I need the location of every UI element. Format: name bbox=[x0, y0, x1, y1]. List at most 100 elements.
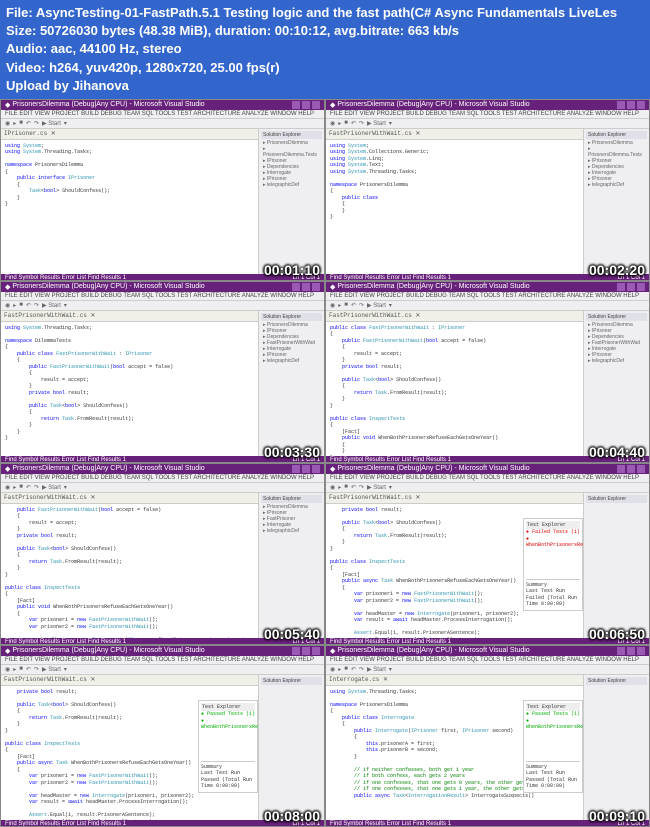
vs-menubar[interactable]: FILE EDIT VIEW PROJECT BUILD DEBUG TEAM … bbox=[326, 656, 649, 665]
editor-tab[interactable]: IPrisoner.cs ✕ bbox=[1, 129, 258, 140]
solution-item[interactable]: ▸ telegraphicDef bbox=[261, 182, 322, 188]
solution-explorer-header: Solution Explorer bbox=[586, 495, 647, 503]
editor-tab[interactable]: FastPrisonerWithWait.cs ✕ bbox=[326, 311, 583, 322]
editor-tab[interactable]: FastPrisonerWithWait.cs ✕ bbox=[1, 675, 258, 686]
timestamp-overlay: 00:04:40 bbox=[589, 444, 645, 460]
vs-titlebar: ◆ PrisonersDilemma (Debug|Any CPU) - Mic… bbox=[326, 646, 649, 656]
test-item[interactable]: ● WhenBothPrisonersRefuseEach... bbox=[526, 536, 580, 549]
minimize-icon[interactable] bbox=[292, 647, 300, 655]
maximize-icon[interactable] bbox=[302, 647, 310, 655]
solution-explorer[interactable]: Solution Explorer bbox=[584, 493, 649, 638]
editor-tab[interactable]: FastPrisonerWithWait.cs ✕ bbox=[1, 311, 258, 322]
maximize-icon[interactable] bbox=[302, 101, 310, 109]
close-icon[interactable] bbox=[637, 283, 645, 291]
vs-title-text: PrisonersDilemma (Debug|Any CPU) - Micro… bbox=[337, 283, 529, 290]
code-editor[interactable]: FastPrisonerWithWait.cs ✕ using System; … bbox=[326, 129, 584, 274]
vs-menubar[interactable]: FILE EDIT VIEW PROJECT BUILD DEBUG TEAM … bbox=[1, 110, 324, 119]
editor-tab[interactable]: FastPrisonerWithWait.cs ✕ bbox=[326, 129, 583, 140]
code-editor[interactable]: FastPrisonerWithWait.cs ✕ public FastPri… bbox=[1, 493, 259, 638]
test-summary: SummaryLast Test Run Failed (Total Run T… bbox=[526, 579, 580, 608]
close-icon[interactable] bbox=[312, 647, 320, 655]
test-item[interactable]: ● WhenBothPrisonersRefuseEach... bbox=[526, 718, 580, 731]
solution-item[interactable]: ▸ telegraphicDef bbox=[261, 528, 322, 534]
maximize-icon[interactable] bbox=[627, 465, 635, 473]
status-left[interactable]: Find Symbol Results Error List Find Resu… bbox=[5, 821, 126, 827]
vs-menubar[interactable]: FILE EDIT VIEW PROJECT BUILD DEBUG TEAM … bbox=[1, 474, 324, 483]
close-icon[interactable] bbox=[312, 283, 320, 291]
maximize-icon[interactable] bbox=[302, 283, 310, 291]
thumbnail-frame: ◆ PrisonersDilemma (Debug|Any CPU) - Mic… bbox=[325, 281, 650, 463]
solution-explorer[interactable]: Solution Explorer ▸ PrisonersDilemma▸ IP… bbox=[259, 493, 324, 638]
solution-explorer-header: Solution Explorer bbox=[261, 495, 322, 503]
vs-menubar[interactable]: FILE EDIT VIEW PROJECT BUILD DEBUG TEAM … bbox=[1, 656, 324, 665]
maximize-icon[interactable] bbox=[627, 647, 635, 655]
code-editor[interactable]: Interrogate.cs ✕ using System.Threading.… bbox=[326, 675, 584, 820]
test-item[interactable]: ● WhenBothPrisonersRefuseEach... bbox=[201, 718, 255, 731]
maximize-icon[interactable] bbox=[627, 283, 635, 291]
minimize-icon[interactable] bbox=[617, 647, 625, 655]
solution-item[interactable]: ▸ PrisonersDilemma.Tests bbox=[261, 146, 322, 158]
file-line: File: AsyncTesting-01-FastPath.5.1 Testi… bbox=[6, 4, 644, 22]
status-left[interactable]: Find Symbol Results Error List Find Resu… bbox=[330, 821, 451, 827]
vs-toolbar[interactable]: ◉▸■↶↷▶ Start▾ bbox=[326, 483, 649, 493]
vs-toolbar[interactable]: ◉▸■↶↷▶ Start▾ bbox=[1, 301, 324, 311]
vs-title-text: PrisonersDilemma (Debug|Any CPU) - Micro… bbox=[12, 101, 204, 108]
minimize-icon[interactable] bbox=[617, 283, 625, 291]
editor-tab[interactable]: FastPrisonerWithWait.cs ✕ bbox=[1, 493, 258, 504]
thumbnail-frame: ◆ PrisonersDilemma (Debug|Any CPU) - Mic… bbox=[0, 463, 325, 645]
thumbnail-frame: ◆ PrisonersDilemma (Debug|Any CPU) - Mic… bbox=[325, 645, 650, 827]
vs-titlebar: ◆ PrisonersDilemma (Debug|Any CPU) - Mic… bbox=[1, 646, 324, 656]
solution-explorer[interactable]: Solution Explorer ▸ PrisonersDilemma▸ IP… bbox=[259, 311, 324, 456]
minimize-icon[interactable] bbox=[617, 101, 625, 109]
close-icon[interactable] bbox=[637, 647, 645, 655]
thumbnail-grid: ◆ PrisonersDilemma (Debug|Any CPU) - Mic… bbox=[0, 99, 650, 827]
close-icon[interactable] bbox=[637, 465, 645, 473]
test-status: ● Passed Tests (1) bbox=[201, 711, 255, 718]
solution-explorer[interactable]: Solution Explorer ▸ PrisonersDilemma▸ IP… bbox=[584, 311, 649, 456]
close-icon[interactable] bbox=[312, 101, 320, 109]
solution-item[interactable]: ▸ telegraphicDef bbox=[261, 358, 322, 364]
vs-toolbar[interactable]: ◉▸■↶↷▶ Start▾ bbox=[326, 665, 649, 675]
minimize-icon[interactable] bbox=[292, 283, 300, 291]
solution-item[interactable]: ▸ telegraphicDef bbox=[586, 182, 647, 188]
vs-menubar[interactable]: FILE EDIT VIEW PROJECT BUILD DEBUG TEAM … bbox=[326, 292, 649, 301]
vs-toolbar[interactable]: ◉▸■↶↷▶ Start▾ bbox=[1, 483, 324, 493]
maximize-icon[interactable] bbox=[302, 465, 310, 473]
vs-menubar[interactable]: FILE EDIT VIEW PROJECT BUILD DEBUG TEAM … bbox=[326, 474, 649, 483]
vs-menubar[interactable]: FILE EDIT VIEW PROJECT BUILD DEBUG TEAM … bbox=[1, 292, 324, 301]
editor-tab[interactable]: FastPrisonerWithWait.cs ✕ bbox=[326, 493, 583, 504]
solution-explorer[interactable]: Solution Explorer ▸ PrisonersDilemma▸ Pr… bbox=[584, 129, 649, 274]
close-icon[interactable] bbox=[312, 465, 320, 473]
minimize-icon[interactable] bbox=[617, 465, 625, 473]
vs-icon: ◆ bbox=[330, 647, 335, 655]
code-content: using System.Threading.Tasks; namespace … bbox=[5, 325, 254, 442]
close-icon[interactable] bbox=[637, 101, 645, 109]
vs-toolbar[interactable]: ◉▸■↶↷▶ Start▾ bbox=[326, 119, 649, 129]
timestamp-overlay: 00:05:40 bbox=[264, 626, 320, 642]
code-editor[interactable]: FastPrisonerWithWait.cs ✕ using System.T… bbox=[1, 311, 259, 456]
solution-explorer[interactable]: Solution Explorer ▸ PrisonersDilemma▸ Pr… bbox=[259, 129, 324, 274]
code-editor[interactable]: IPrisoner.cs ✕ using System; using Syste… bbox=[1, 129, 259, 274]
upload-line: Upload by Jihanova bbox=[6, 77, 644, 95]
code-editor[interactable]: FastPrisonerWithWait.cs ✕ private bool r… bbox=[1, 675, 259, 820]
vs-toolbar[interactable]: ◉▸■↶↷▶ Start▾ bbox=[1, 665, 324, 675]
code-content: public class FastPrisonerWithWait : IPri… bbox=[330, 325, 579, 456]
code-editor[interactable]: FastPrisonerWithWait.cs ✕ public class F… bbox=[326, 311, 584, 456]
solution-item[interactable]: ▸ PrisonersDilemma.Tests bbox=[586, 146, 647, 158]
test-summary: SummaryLast Test Run Passed (Total Run T… bbox=[526, 761, 580, 790]
vs-toolbar[interactable]: ◉▸■↶↷▶ Start▾ bbox=[326, 301, 649, 311]
minimize-icon[interactable] bbox=[292, 465, 300, 473]
solution-explorer[interactable]: Solution Explorer bbox=[259, 675, 324, 820]
file-info-header: File: AsyncTesting-01-FastPath.5.1 Testi… bbox=[0, 0, 650, 99]
test-explorer-panel: Test Explorer ● Failed Tests (1) ● WhenB… bbox=[523, 518, 583, 611]
minimize-icon[interactable] bbox=[292, 101, 300, 109]
timestamp-overlay: 00:06:50 bbox=[589, 626, 645, 642]
solution-item[interactable]: ▸ telegraphicDef bbox=[586, 358, 647, 364]
code-editor[interactable]: FastPrisonerWithWait.cs ✕ private bool r… bbox=[326, 493, 584, 638]
vs-menubar[interactable]: FILE EDIT VIEW PROJECT BUILD DEBUG TEAM … bbox=[326, 110, 649, 119]
editor-tab[interactable]: Interrogate.cs ✕ bbox=[326, 675, 583, 686]
vs-titlebar: ◆ PrisonersDilemma (Debug|Any CPU) - Mic… bbox=[1, 282, 324, 292]
maximize-icon[interactable] bbox=[627, 101, 635, 109]
solution-explorer[interactable]: Solution Explorer bbox=[584, 675, 649, 820]
vs-toolbar[interactable]: ◉▸■↶↷▶ Start▾ bbox=[1, 119, 324, 129]
